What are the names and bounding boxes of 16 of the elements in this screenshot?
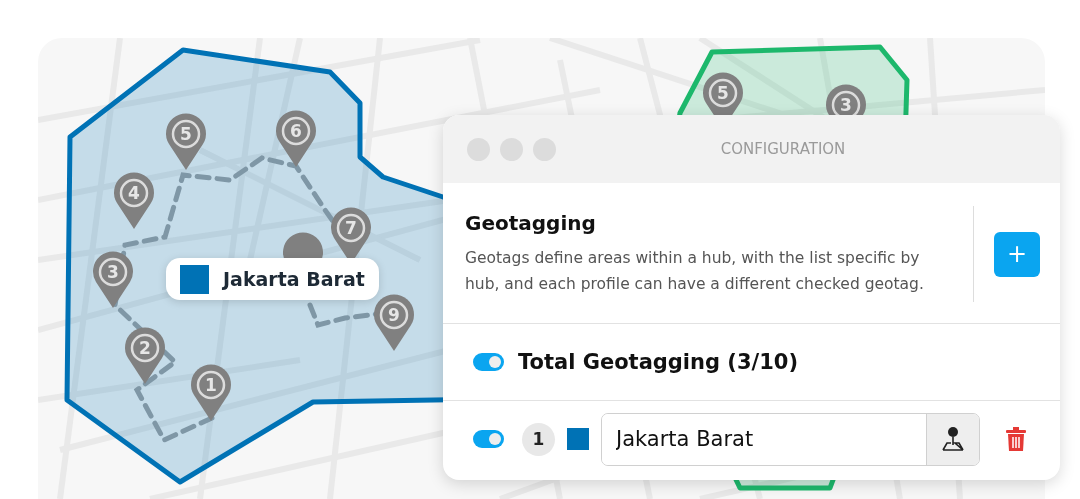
pin-number: 5 xyxy=(180,124,192,144)
pin-number: 3 xyxy=(107,262,119,282)
pin-number: 6 xyxy=(290,121,302,141)
pin-number: 2 xyxy=(139,338,151,358)
section-description: Geotags define areas within a hub, with the list specific by hub, and each profile can have a different checked geotag. xyxy=(465,248,925,295)
total-label: Total Geotagging (3/10) xyxy=(518,350,799,374)
section-heading: Geotagging xyxy=(465,211,597,235)
pin-number: 9 xyxy=(388,305,400,325)
pin-number: 1 xyxy=(205,375,217,395)
pin-number: 7 xyxy=(345,218,357,238)
number-badge: 1 xyxy=(522,422,555,456)
window-title: CONFIGURATION xyxy=(719,140,847,158)
area-name: Jakarta Barat xyxy=(223,268,365,290)
pin-number: 4 xyxy=(128,183,140,203)
pin-number: 3 xyxy=(840,95,852,115)
pin-number: 5 xyxy=(717,83,729,103)
